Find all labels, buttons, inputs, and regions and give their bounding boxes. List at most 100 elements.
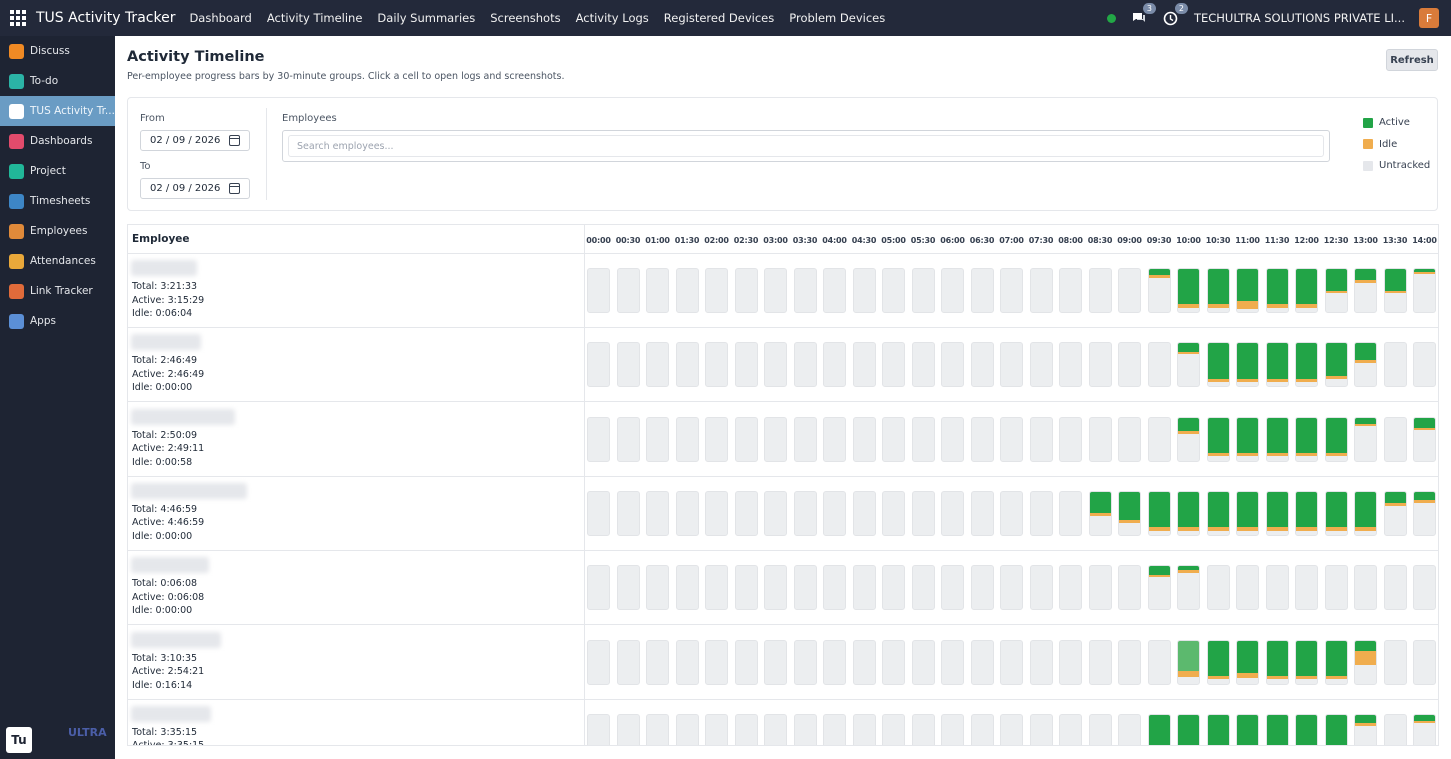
timeline-cell[interactable]: [646, 416, 669, 462]
timeline-cell[interactable]: [764, 416, 787, 462]
sidebar-item-1[interactable]: To-do: [0, 66, 115, 96]
refresh-button[interactable]: Refresh: [1386, 49, 1438, 71]
timeline-cell[interactable]: [1177, 342, 1200, 388]
timeline-cell[interactable]: [705, 342, 728, 388]
timeline-cell[interactable]: [646, 490, 669, 536]
messages-icon[interactable]: 3: [1130, 3, 1156, 27]
timeline-cell[interactable]: [705, 268, 728, 313]
sidebar-item-3[interactable]: Dashboards: [0, 126, 115, 156]
timeline-cell[interactable]: [852, 416, 876, 462]
timeline-cell[interactable]: [941, 416, 964, 462]
sidebar-item-7[interactable]: Attendances: [0, 246, 115, 276]
timeline-cell[interactable]: [1147, 342, 1171, 388]
timeline-cell[interactable]: [1413, 639, 1436, 685]
app-menu-icon[interactable]: [0, 0, 36, 36]
timeline-cell[interactable]: [1383, 342, 1407, 388]
timeline-cell[interactable]: [941, 565, 964, 611]
timeline-cell[interactable]: [1147, 713, 1171, 745]
timeline-cell[interactable]: [793, 416, 817, 462]
timeline-cell[interactable]: [646, 639, 669, 685]
timeline-cell[interactable]: [1088, 490, 1112, 536]
timeline-cell[interactable]: [941, 342, 964, 388]
timeline-cell[interactable]: [1354, 490, 1377, 536]
calendar-icon[interactable]: [229, 135, 240, 146]
timeline-cell[interactable]: [1206, 639, 1230, 685]
nav-item-5[interactable]: Registered Devices: [664, 11, 774, 25]
timeline-cell[interactable]: [823, 639, 846, 685]
timeline-cell[interactable]: [587, 342, 610, 388]
timeline-cell[interactable]: [1295, 268, 1318, 313]
timeline-cell[interactable]: [1088, 268, 1112, 313]
timeline-cell[interactable]: [911, 490, 935, 536]
timeline-cell[interactable]: [1324, 268, 1348, 313]
nav-item-4[interactable]: Activity Logs: [576, 11, 649, 25]
timeline-cell[interactable]: [852, 342, 876, 388]
timeline-cell[interactable]: [941, 268, 964, 313]
timeline-cell[interactable]: [587, 565, 610, 611]
timeline-cell[interactable]: [1324, 639, 1348, 685]
timeline-cell[interactable]: [1147, 565, 1171, 611]
timeline-cell[interactable]: [616, 639, 640, 685]
timeline-cell[interactable]: [1177, 268, 1200, 313]
calendar-icon[interactable]: [229, 183, 240, 194]
timeline-cell[interactable]: [1088, 565, 1112, 611]
timeline-cell[interactable]: [1059, 639, 1082, 685]
timeline-cell[interactable]: [911, 268, 935, 313]
timeline-cell[interactable]: [1265, 565, 1289, 611]
timeline-cell[interactable]: [823, 490, 846, 536]
timeline-cell[interactable]: [1177, 416, 1200, 462]
timeline-cell[interactable]: [616, 565, 640, 611]
timeline-cell[interactable]: [1413, 490, 1436, 536]
timeline-cell[interactable]: [1029, 565, 1053, 611]
timeline-cell[interactable]: [764, 639, 787, 685]
timeline-cell[interactable]: [823, 342, 846, 388]
user-avatar[interactable]: F: [1419, 8, 1439, 28]
timeline-cell[interactable]: [1118, 713, 1141, 745]
timeline-cell[interactable]: [911, 342, 935, 388]
timeline-cell[interactable]: [1118, 342, 1141, 388]
timeline-cell[interactable]: [852, 565, 876, 611]
timeline-cell[interactable]: [675, 416, 699, 462]
timeline-cell[interactable]: [1265, 342, 1289, 388]
timeline-cell[interactable]: [675, 639, 699, 685]
timeline-cell[interactable]: [1206, 416, 1230, 462]
company-switcher[interactable]: TECHULTRA SOLUTIONS PRIVATE LI...: [1194, 11, 1405, 25]
timeline-cell[interactable]: [1029, 268, 1053, 313]
timeline-cell[interactable]: [882, 713, 905, 745]
timeline-cell[interactable]: [587, 416, 610, 462]
timeline-cell[interactable]: [705, 639, 728, 685]
activities-clock-icon[interactable]: 2: [1162, 3, 1188, 27]
timeline-cell[interactable]: [764, 490, 787, 536]
timeline-cell[interactable]: [1000, 490, 1023, 536]
timeline-cell[interactable]: [911, 416, 935, 462]
employee-name-redacted[interactable]: [131, 557, 209, 574]
timeline-cell[interactable]: [1324, 342, 1348, 388]
timeline-cell[interactable]: [941, 713, 964, 745]
timeline-cell[interactable]: [1236, 639, 1259, 685]
timeline-cell[interactable]: [1088, 342, 1112, 388]
timeline-cell[interactable]: [1088, 639, 1112, 685]
timeline-cell[interactable]: [1177, 565, 1200, 611]
timeline-cell[interactable]: [734, 416, 758, 462]
timeline-cell[interactable]: [1147, 416, 1171, 462]
employee-name-redacted[interactable]: [131, 334, 201, 351]
timeline-cell[interactable]: [882, 342, 905, 388]
timeline-cell[interactable]: [587, 713, 610, 745]
nav-item-6[interactable]: Problem Devices: [789, 11, 885, 25]
timeline-cell[interactable]: [1383, 713, 1407, 745]
timeline-cell[interactable]: [1088, 713, 1112, 745]
timeline-cell[interactable]: [1354, 639, 1377, 685]
timeline-cell[interactable]: [1118, 565, 1141, 611]
timeline-cell[interactable]: [970, 713, 994, 745]
timeline-cell[interactable]: [1206, 268, 1230, 313]
timeline-cell[interactable]: [1118, 268, 1141, 313]
timeline-cell[interactable]: [1295, 713, 1318, 745]
timeline-cell[interactable]: [793, 639, 817, 685]
timeline-cell[interactable]: [793, 713, 817, 745]
timeline-cell[interactable]: [1383, 565, 1407, 611]
timeline-cell[interactable]: [1265, 639, 1289, 685]
timeline-cell[interactable]: [1059, 490, 1082, 536]
timeline-cell[interactable]: [1383, 268, 1407, 313]
timeline-cell[interactable]: [1324, 416, 1348, 462]
sidebar-item-0[interactable]: Discuss: [0, 36, 115, 66]
